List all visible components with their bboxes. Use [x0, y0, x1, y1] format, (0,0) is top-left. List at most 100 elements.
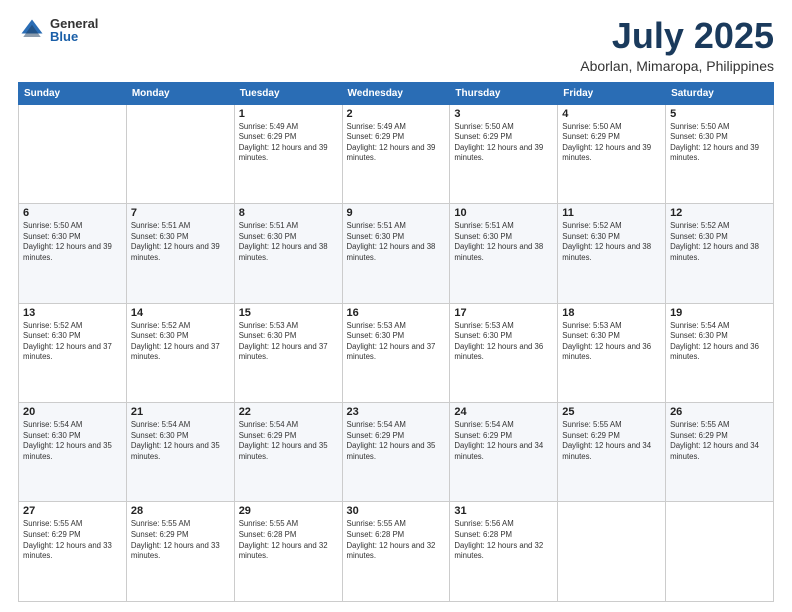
cell-info: Sunrise: 5:52 AM Sunset: 6:30 PM Dayligh… [131, 321, 230, 363]
cell-info: Sunrise: 5:51 AM Sunset: 6:30 PM Dayligh… [454, 221, 553, 263]
table-row [126, 104, 234, 203]
table-row: 7 Sunrise: 5:51 AM Sunset: 6:30 PM Daylig… [126, 204, 234, 303]
cell-info: Sunrise: 5:55 AM Sunset: 6:28 PM Dayligh… [347, 519, 446, 561]
table-row: 27Sunrise: 5:55 AM Sunset: 6:29 PM Dayli… [19, 502, 127, 602]
table-row: 18 Sunrise: 5:53 AM Sunset: 6:30 PM Dayli… [558, 303, 666, 402]
cell-info: Sunrise: 5:51 AM Sunset: 6:30 PM Dayligh… [131, 221, 230, 263]
cell-info: Sunrise: 5:56 AM Sunset: 6:28 PM Dayligh… [454, 519, 553, 561]
cell-info: Sunrise: 5:55 AM Sunset: 6:28 PM Dayligh… [239, 519, 338, 561]
calendar-week-row: 1Sunrise: 5:49 AM Sunset: 6:29 PM Daylig… [19, 104, 774, 203]
cell-day-number: 14 [131, 307, 230, 319]
cell-info: Sunrise: 5:51 AM Sunset: 6:30 PM Dayligh… [347, 221, 446, 263]
cell-info: Sunrise: 5:49 AM Sunset: 6:29 PM Dayligh… [239, 122, 338, 164]
cell-info: Sunrise: 5:53 AM Sunset: 6:30 PM Dayligh… [454, 321, 553, 363]
cell-info: Sunrise: 5:55 AM Sunset: 6:29 PM Dayligh… [131, 519, 230, 561]
table-row: 12 Sunrise: 5:52 AM Sunset: 6:30 PM Dayli… [666, 204, 774, 303]
cell-day-number: 13 [23, 307, 122, 319]
col-monday: Monday [126, 82, 234, 104]
table-row: 13 Sunrise: 5:52 AM Sunset: 6:30 PM Dayli… [19, 303, 127, 402]
cell-day-number: 25 [562, 406, 661, 418]
cell-info: Sunrise: 5:55 AM Sunset: 6:29 PM Dayligh… [562, 420, 661, 462]
cell-day-number: 11 [562, 207, 661, 219]
table-row: 15Sunrise: 5:53 AM Sunset: 6:30 PM Dayli… [234, 303, 342, 402]
col-saturday: Saturday [666, 82, 774, 104]
cell-day-number: 23 [347, 406, 446, 418]
cell-day-number: 24 [454, 406, 553, 418]
calendar-table: Sunday Monday Tuesday Wednesday Thursday… [18, 82, 774, 602]
table-row: 10 Sunrise: 5:51 AM Sunset: 6:30 PM Dayli… [450, 204, 558, 303]
cell-day-number: 15 [239, 307, 338, 319]
table-row: 20 Sunrise: 5:54 AM Sunset: 6:30 PM Dayli… [19, 403, 127, 502]
calendar-week-row: 27Sunrise: 5:55 AM Sunset: 6:29 PM Dayli… [19, 502, 774, 602]
cell-day-number: 4 [562, 108, 661, 120]
logo-icon [18, 16, 46, 44]
cell-info: Sunrise: 5:50 AM Sunset: 6:30 PM Dayligh… [670, 122, 769, 164]
cell-day-number: 29 [239, 505, 338, 517]
calendar-week-row: 6Sunrise: 5:50 AM Sunset: 6:30 PM Daylig… [19, 204, 774, 303]
table-row: 28 Sunrise: 5:55 AM Sunset: 6:29 PM Dayli… [126, 502, 234, 602]
cell-day-number: 9 [347, 207, 446, 219]
cell-day-number: 3 [454, 108, 553, 120]
table-row: 31 Sunrise: 5:56 AM Sunset: 6:28 PM Dayli… [450, 502, 558, 602]
table-row: 29 Sunrise: 5:55 AM Sunset: 6:28 PM Dayli… [234, 502, 342, 602]
table-row: 9 Sunrise: 5:51 AM Sunset: 6:30 PM Daylig… [342, 204, 450, 303]
table-row: 24 Sunrise: 5:54 AM Sunset: 6:29 PM Dayli… [450, 403, 558, 502]
table-row: 25 Sunrise: 5:55 AM Sunset: 6:29 PM Dayli… [558, 403, 666, 502]
cell-info: Sunrise: 5:54 AM Sunset: 6:29 PM Dayligh… [454, 420, 553, 462]
cell-info: Sunrise: 5:54 AM Sunset: 6:30 PM Dayligh… [131, 420, 230, 462]
cell-info: Sunrise: 5:54 AM Sunset: 6:29 PM Dayligh… [239, 420, 338, 462]
cell-day-number: 28 [131, 505, 230, 517]
cell-info: Sunrise: 5:53 AM Sunset: 6:30 PM Dayligh… [562, 321, 661, 363]
table-row: 17 Sunrise: 5:53 AM Sunset: 6:30 PM Dayli… [450, 303, 558, 402]
table-row: 30 Sunrise: 5:55 AM Sunset: 6:28 PM Dayli… [342, 502, 450, 602]
table-row: 11 Sunrise: 5:52 AM Sunset: 6:30 PM Dayli… [558, 204, 666, 303]
cell-day-number: 20 [23, 406, 122, 418]
table-row [666, 502, 774, 602]
cell-day-number: 8 [239, 207, 338, 219]
cell-info: Sunrise: 5:54 AM Sunset: 6:29 PM Dayligh… [347, 420, 446, 462]
col-wednesday: Wednesday [342, 82, 450, 104]
table-row: 16Sunrise: 5:53 AM Sunset: 6:30 PM Dayli… [342, 303, 450, 402]
table-row: 2Sunrise: 5:49 AM Sunset: 6:29 PM Daylig… [342, 104, 450, 203]
table-row: 4Sunrise: 5:50 AM Sunset: 6:29 PM Daylig… [558, 104, 666, 203]
cell-day-number: 7 [131, 207, 230, 219]
cell-info: Sunrise: 5:50 AM Sunset: 6:30 PM Dayligh… [23, 221, 122, 263]
cell-day-number: 5 [670, 108, 769, 120]
cell-day-number: 21 [131, 406, 230, 418]
table-row [558, 502, 666, 602]
table-row: 22 Sunrise: 5:54 AM Sunset: 6:29 PM Dayli… [234, 403, 342, 502]
table-row: 14 Sunrise: 5:52 AM Sunset: 6:30 PM Dayli… [126, 303, 234, 402]
table-row: 23 Sunrise: 5:54 AM Sunset: 6:29 PM Dayli… [342, 403, 450, 502]
cell-day-number: 18 [562, 307, 661, 319]
cell-info: Sunrise: 5:50 AM Sunset: 6:29 PM Dayligh… [454, 122, 553, 164]
calendar-body: 1Sunrise: 5:49 AM Sunset: 6:29 PM Daylig… [19, 104, 774, 601]
cell-day-number: 31 [454, 505, 553, 517]
logo-blue-text: Blue [50, 30, 98, 43]
col-tuesday: Tuesday [234, 82, 342, 104]
cell-info: Sunrise: 5:55 AM Sunset: 6:29 PM Dayligh… [23, 519, 122, 561]
table-row: 8Sunrise: 5:51 AM Sunset: 6:30 PM Daylig… [234, 204, 342, 303]
page: General Blue July 2025 Aborlan, Mimaropa… [0, 0, 792, 612]
table-row: 3 Sunrise: 5:50 AM Sunset: 6:29 PM Daylig… [450, 104, 558, 203]
cell-info: Sunrise: 5:52 AM Sunset: 6:30 PM Dayligh… [23, 321, 122, 363]
cell-day-number: 10 [454, 207, 553, 219]
table-row [19, 104, 127, 203]
table-row: 19Sunrise: 5:54 AM Sunset: 6:30 PM Dayli… [666, 303, 774, 402]
table-row: 1Sunrise: 5:49 AM Sunset: 6:29 PM Daylig… [234, 104, 342, 203]
cell-info: Sunrise: 5:54 AM Sunset: 6:30 PM Dayligh… [670, 321, 769, 363]
cell-day-number: 12 [670, 207, 769, 219]
cell-day-number: 22 [239, 406, 338, 418]
cell-day-number: 2 [347, 108, 446, 120]
table-row: 26Sunrise: 5:55 AM Sunset: 6:29 PM Dayli… [666, 403, 774, 502]
cell-info: Sunrise: 5:54 AM Sunset: 6:30 PM Dayligh… [23, 420, 122, 462]
cell-info: Sunrise: 5:52 AM Sunset: 6:30 PM Dayligh… [670, 221, 769, 263]
table-row: 21 Sunrise: 5:54 AM Sunset: 6:30 PM Dayli… [126, 403, 234, 502]
cell-day-number: 30 [347, 505, 446, 517]
col-friday: Friday [558, 82, 666, 104]
cell-day-number: 17 [454, 307, 553, 319]
cell-info: Sunrise: 5:53 AM Sunset: 6:30 PM Dayligh… [347, 321, 446, 363]
table-row: 6Sunrise: 5:50 AM Sunset: 6:30 PM Daylig… [19, 204, 127, 303]
cell-info: Sunrise: 5:52 AM Sunset: 6:30 PM Dayligh… [562, 221, 661, 263]
calendar-week-row: 13 Sunrise: 5:52 AM Sunset: 6:30 PM Dayli… [19, 303, 774, 402]
title-block: July 2025 Aborlan, Mimaropa, Philippines [580, 16, 774, 74]
